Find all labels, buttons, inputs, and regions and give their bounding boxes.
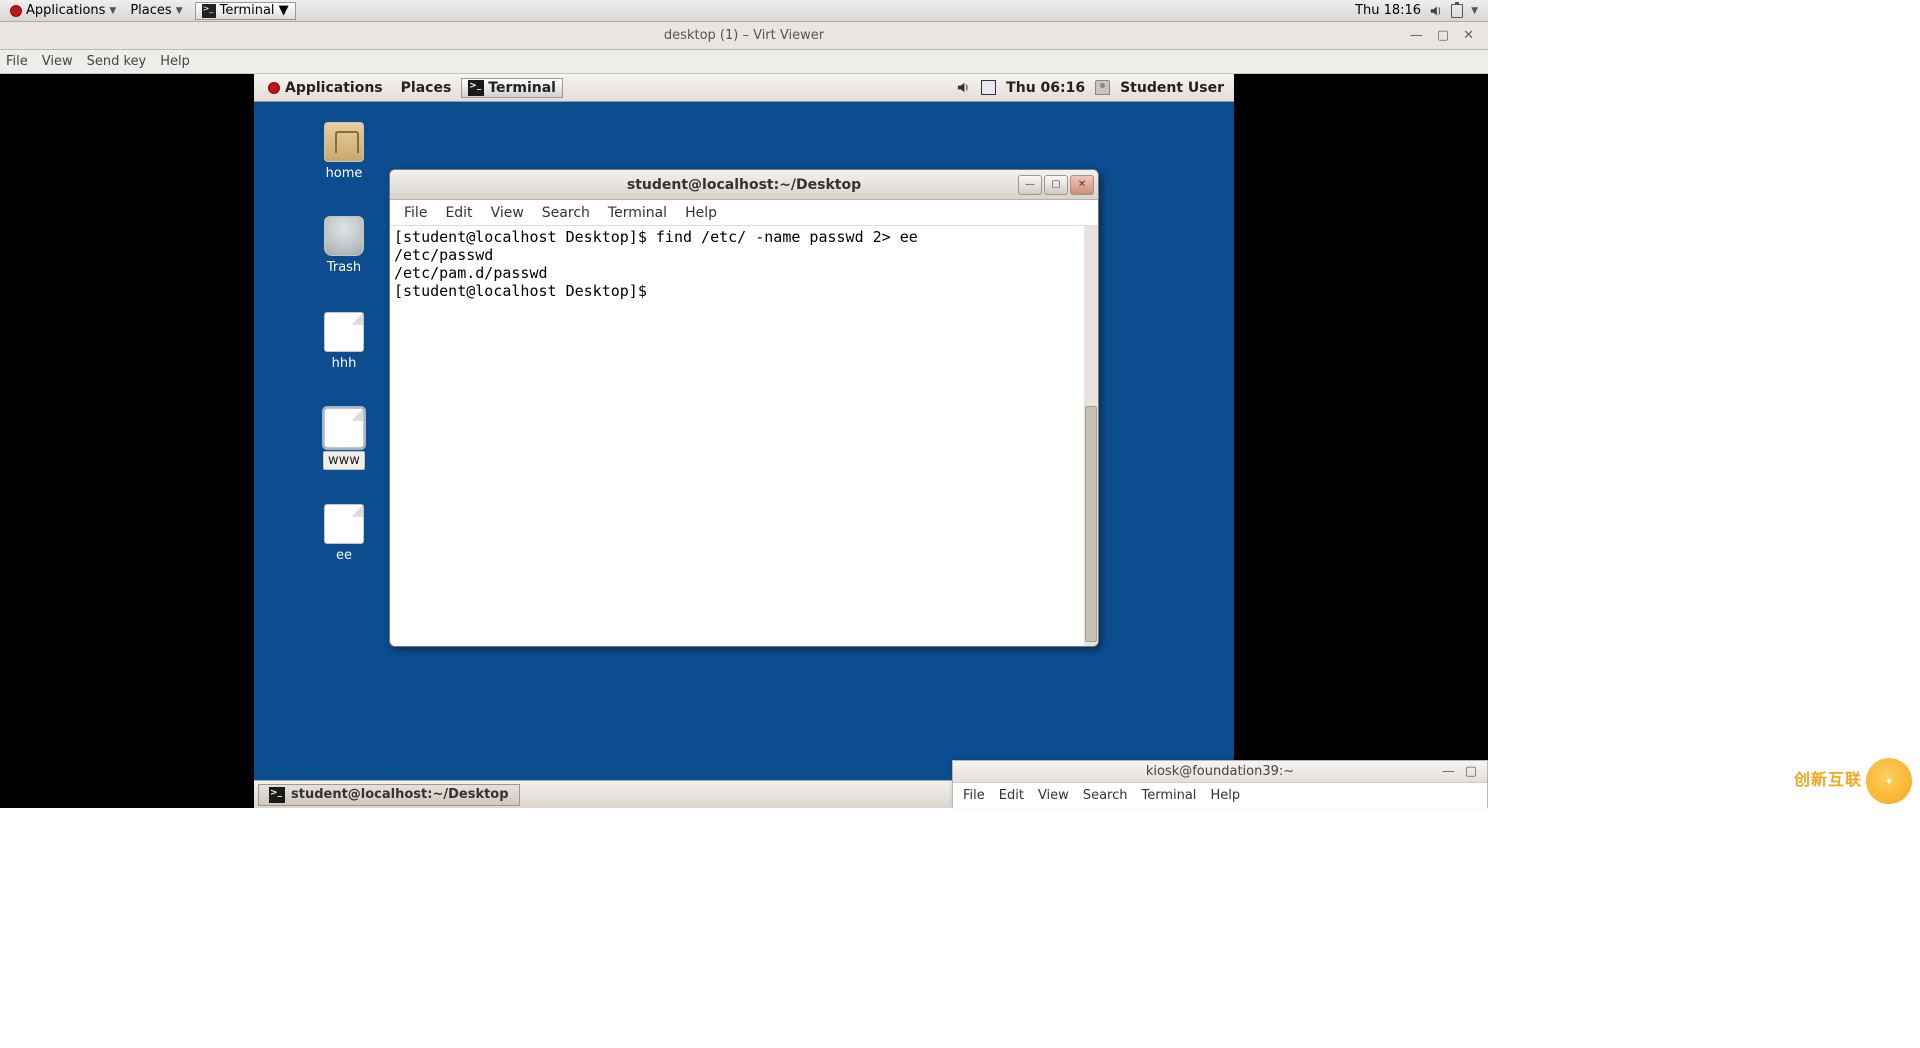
guest-clock[interactable]: Thu 06:16: [1006, 80, 1085, 96]
maximize-button[interactable]: ▢: [1044, 175, 1068, 195]
desktop-icon-label: home: [322, 165, 367, 182]
host-terminal-task-label: Terminal: [220, 3, 275, 18]
term-line: /etc/pam.d/passwd: [394, 264, 548, 282]
terminal-icon: [202, 4, 216, 18]
term-menu-help[interactable]: Help: [685, 205, 717, 221]
term-line: [student@localhost Desktop]$ find /etc/ …: [394, 228, 918, 246]
vm-display-area: Applications Places Terminal Thu 06:16 S…: [0, 74, 1488, 808]
host-terminal-menubar: File Edit View Search Terminal Help: [953, 783, 1487, 807]
close-button[interactable]: ✕: [1463, 28, 1474, 43]
term-menu-terminal[interactable]: Terminal: [608, 205, 667, 221]
minimize-button[interactable]: —: [1018, 175, 1042, 195]
host-applications-label: Applications: [26, 3, 105, 18]
host-terminal-task[interactable]: Terminal ▼: [195, 2, 296, 20]
hterm-menu-search[interactable]: Search: [1083, 788, 1128, 803]
desktop-icon-label: Trash: [323, 259, 365, 276]
guest-taskbar-terminal-button[interactable]: student@localhost:~/Desktop: [258, 784, 520, 806]
file-icon: [324, 408, 364, 448]
vv-menu-sendkey[interactable]: Send key: [87, 54, 147, 69]
hterm-menu-file[interactable]: File: [963, 788, 985, 803]
user-icon: [1095, 80, 1110, 95]
file-icon: [324, 504, 364, 544]
guest-terminal-titlebar[interactable]: student@localhost:~/Desktop — ▢ ✕: [390, 170, 1098, 200]
desktop-icon-home[interactable]: home: [309, 122, 379, 182]
hterm-menu-help[interactable]: Help: [1210, 788, 1240, 803]
desktop-icon-label: ee: [332, 547, 356, 564]
volume-icon[interactable]: [1429, 4, 1443, 18]
guest-terminal-task-label: Terminal: [488, 80, 556, 96]
host-terminal-title: kiosk@foundation39:~: [1146, 764, 1294, 779]
page-right-margin: [1488, 0, 1920, 1048]
vv-menu-help[interactable]: Help: [160, 54, 190, 69]
term-line: [student@localhost Desktop]$: [394, 282, 656, 300]
maximize-button[interactable]: ▢: [1465, 764, 1477, 779]
desktop-icon-ee[interactable]: ee: [309, 504, 379, 564]
desktop-icon-label: www: [323, 451, 365, 470]
minimize-button[interactable]: —: [1410, 28, 1423, 43]
watermark-logo-icon: ✦: [1866, 758, 1912, 804]
guest-places-label: Places: [401, 80, 452, 96]
scrollbar-thumb[interactable]: [1085, 406, 1097, 642]
vv-menu-file[interactable]: File: [6, 54, 28, 69]
guest-terminal-title: student@localhost:~/Desktop: [627, 177, 861, 193]
trash-icon: [324, 216, 364, 256]
vv-menu-view[interactable]: View: [42, 54, 73, 69]
redhat-icon: [10, 5, 22, 17]
desktop-icon-trash[interactable]: Trash: [309, 216, 379, 276]
desktop-icon-www[interactable]: www: [309, 408, 379, 470]
terminal-scrollbar[interactable]: [1084, 226, 1098, 646]
page-whitespace: [0, 808, 1488, 1048]
term-line: /etc/passwd: [394, 246, 493, 264]
guest-screen[interactable]: Applications Places Terminal Thu 06:16 S…: [254, 74, 1234, 808]
host-clock[interactable]: Thu 18:16: [1355, 3, 1421, 18]
guest-top-panel: Applications Places Terminal Thu 06:16 S…: [254, 74, 1234, 102]
term-menu-search[interactable]: Search: [542, 205, 590, 221]
file-icon: [324, 312, 364, 352]
guest-terminal-window-button[interactable]: Terminal: [461, 78, 563, 98]
term-menu-edit[interactable]: Edit: [445, 205, 472, 221]
minimize-button[interactable]: —: [1442, 764, 1455, 779]
host-places-menu[interactable]: Places ▼: [124, 1, 188, 20]
chevron-down-icon[interactable]: ▼: [1471, 6, 1478, 16]
host-top-panel: Applications ▼ Places ▼ Terminal ▼ Thu 1…: [0, 0, 1488, 22]
guest-places-menu[interactable]: Places: [393, 77, 460, 99]
guest-applications-menu[interactable]: Applications: [260, 77, 391, 99]
network-icon[interactable]: [981, 80, 996, 95]
desktop-icon-hhh[interactable]: hhh: [309, 312, 379, 372]
virt-viewer-titlebar[interactable]: desktop (1) – Virt Viewer — ▢ ✕: [0, 22, 1488, 50]
terminal-icon: [269, 787, 285, 803]
hterm-menu-terminal[interactable]: Terminal: [1141, 788, 1196, 803]
chevron-down-icon: ▼: [109, 6, 116, 16]
guest-user-name[interactable]: Student User: [1120, 80, 1224, 96]
guest-terminal-body[interactable]: [student@localhost Desktop]$ find /etc/ …: [390, 226, 1098, 646]
redhat-icon: [268, 82, 280, 94]
chevron-down-icon: ▼: [176, 6, 183, 16]
host-terminal-titlebar[interactable]: kiosk@foundation39:~ — ▢: [953, 761, 1487, 783]
guest-taskbar-label: student@localhost:~/Desktop: [291, 787, 509, 802]
host-terminal-window[interactable]: kiosk@foundation39:~ — ▢ File Edit View …: [952, 760, 1488, 808]
virt-viewer-title: desktop (1) – Virt Viewer: [664, 28, 824, 43]
desktop-icon-label: hhh: [328, 355, 361, 372]
guest-terminal-menubar: File Edit View Search Terminal Help: [390, 200, 1098, 226]
watermark-text: 创新互联: [1794, 766, 1862, 790]
guest-applications-label: Applications: [285, 80, 383, 96]
hterm-menu-view[interactable]: View: [1038, 788, 1069, 803]
term-menu-file[interactable]: File: [404, 205, 427, 221]
host-applications-menu[interactable]: Applications ▼: [4, 1, 122, 20]
hterm-menu-edit[interactable]: Edit: [999, 788, 1024, 803]
terminal-icon: [468, 80, 484, 96]
battery-icon[interactable]: [1451, 4, 1463, 18]
virt-viewer-menubar: File View Send key Help: [0, 50, 1488, 74]
host-places-label: Places: [130, 3, 171, 18]
term-menu-view[interactable]: View: [491, 205, 524, 221]
volume-icon[interactable]: [956, 80, 971, 95]
chevron-down-icon: ▼: [279, 3, 289, 18]
guest-terminal-window[interactable]: student@localhost:~/Desktop — ▢ ✕ File E…: [389, 169, 1099, 647]
close-button[interactable]: ✕: [1070, 175, 1094, 195]
folder-home-icon: [324, 122, 364, 162]
maximize-button[interactable]: ▢: [1437, 28, 1449, 43]
